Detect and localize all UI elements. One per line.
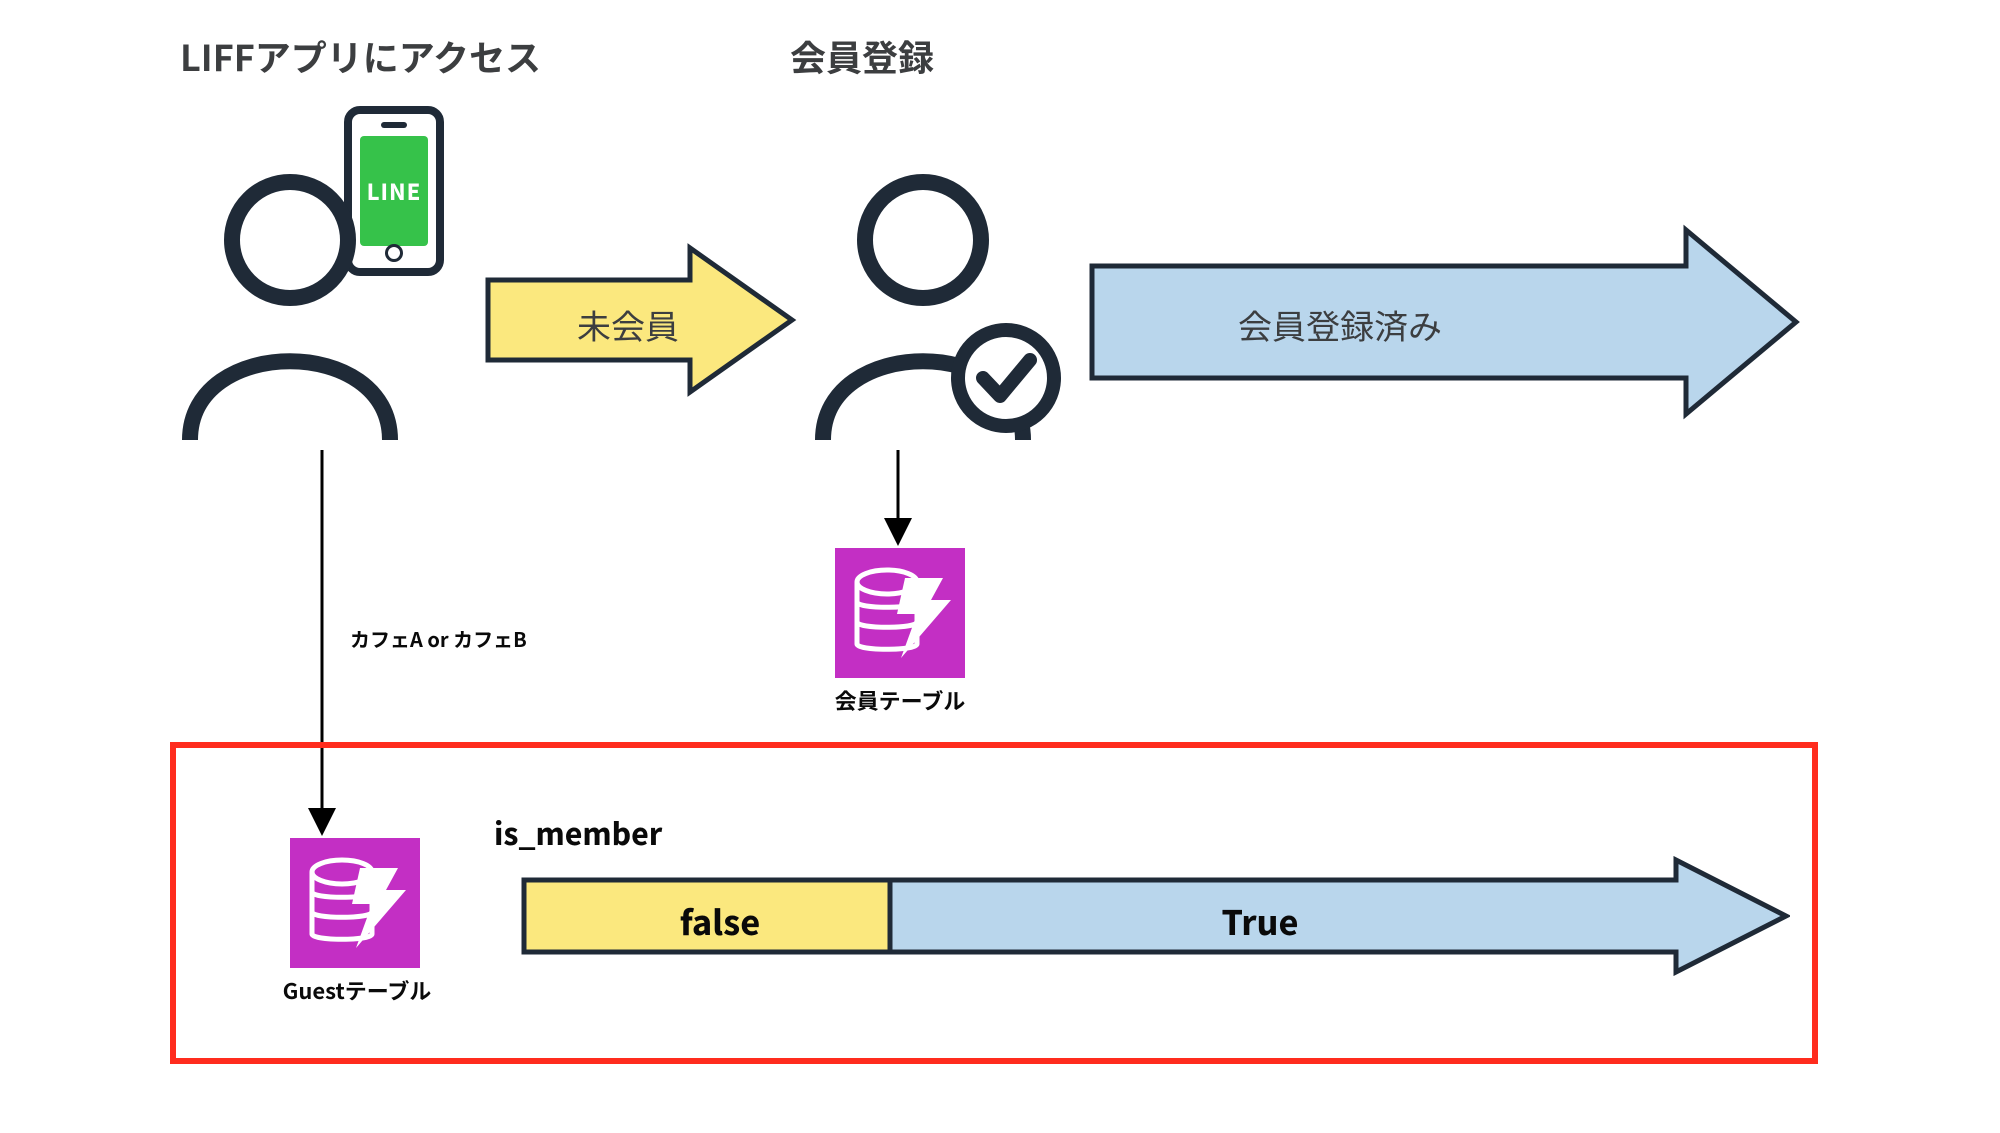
arrow-registered-label: 会員登録済み bbox=[1210, 300, 1470, 349]
bar-true-label: True bbox=[1180, 896, 1340, 945]
user-icon bbox=[170, 170, 410, 450]
guest-table-label: Guestテーブル bbox=[272, 974, 442, 1006]
guest-table-db-icon bbox=[290, 838, 420, 968]
is-member-field-label: is_member bbox=[494, 810, 662, 854]
heading-access-liff: LIFFアプリにアクセス bbox=[180, 30, 541, 82]
bar-false-label: false bbox=[640, 896, 800, 945]
user-verified-icon bbox=[808, 170, 1068, 450]
arrow-down-member bbox=[878, 450, 918, 550]
member-table-db-icon bbox=[835, 548, 965, 678]
heading-register: 会員登録 bbox=[790, 30, 934, 82]
cafe-branch-label: カフェA or カフェB bbox=[350, 624, 527, 653]
phone-earpiece-icon bbox=[381, 122, 407, 128]
arrow-non-member-label: 未会員 bbox=[538, 300, 718, 349]
member-table-label: 会員テーブル bbox=[810, 684, 990, 716]
